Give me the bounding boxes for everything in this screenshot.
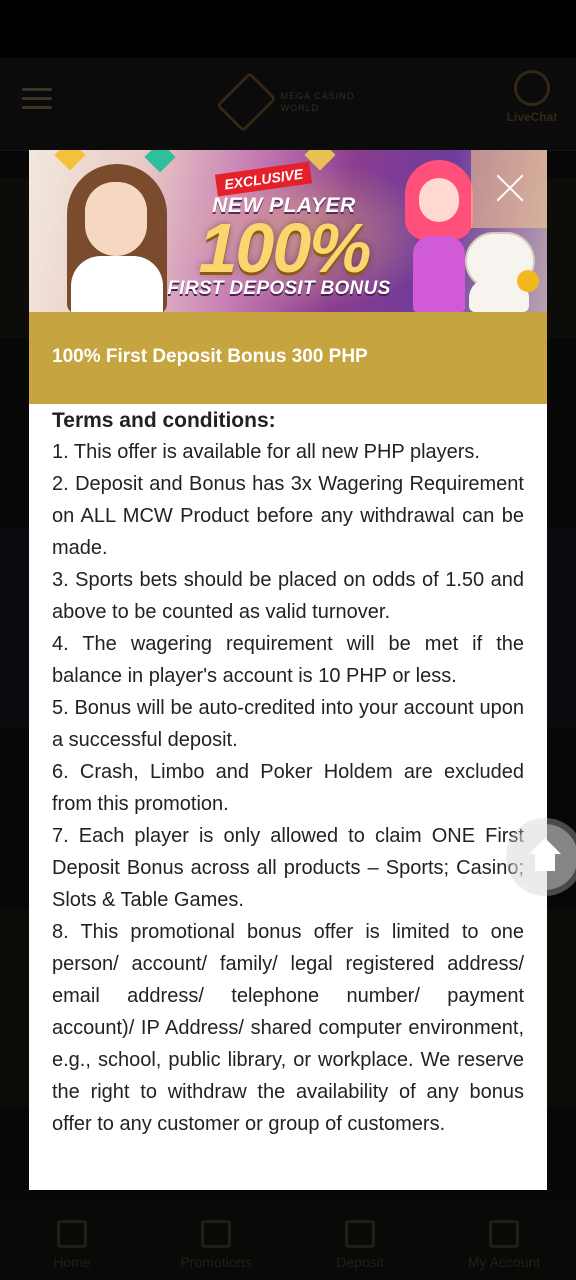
- term-item: 5. Bonus will be auto-credited into your…: [52, 697, 524, 751]
- lucky-cat-image: [459, 230, 541, 312]
- promo-title-bar: 100% First Deposit Bonus 300 PHP: [29, 312, 547, 404]
- term-item: 2. Deposit and Bonus has 3x Wagering Req…: [52, 473, 524, 559]
- term-item: 4. The wagering requirement will be met …: [52, 633, 524, 687]
- floating-home-button[interactable]: [512, 824, 576, 890]
- status-bar: [0, 0, 576, 58]
- term-item: 1. This offer is available for all new P…: [52, 441, 480, 463]
- term-item: 3. Sports bets should be placed on odds …: [52, 569, 524, 623]
- first-deposit-bonus-text: FIRST DEPOSIT BONUS: [167, 278, 391, 299]
- term-item: 8. This promotional bonus offer is limit…: [52, 921, 524, 1135]
- close-icon: [495, 172, 525, 202]
- promo-banner: EXCLUSIVE NEW PLAYER 100% FIRST DEPOSIT …: [29, 150, 547, 312]
- term-item: 7. Each player is only allowed to claim …: [52, 825, 524, 911]
- promo-title: 100% First Deposit Bonus 300 PHP: [52, 346, 368, 367]
- term-item: 6. Crash, Limbo and Poker Holdem are exc…: [52, 761, 524, 815]
- promotion-modal: EXCLUSIVE NEW PLAYER 100% FIRST DEPOSIT …: [29, 150, 547, 1190]
- banner-headline: EXCLUSIVE NEW PLAYER 100% FIRST DEPOSIT …: [139, 161, 429, 300]
- home-icon: [527, 838, 563, 874]
- terms-content: Terms and conditions: 1. This offer is a…: [52, 406, 524, 1140]
- terms-heading: Terms and conditions:: [52, 409, 276, 432]
- percent-text: 100%: [198, 209, 371, 287]
- close-button[interactable]: [471, 150, 547, 228]
